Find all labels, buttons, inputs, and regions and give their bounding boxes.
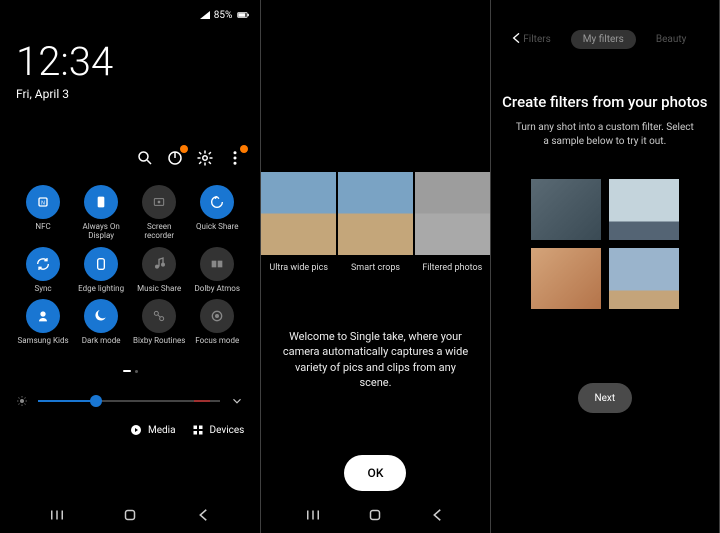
- sample-image: [338, 172, 413, 255]
- top-bar: Filters My filters Beauty: [491, 30, 719, 49]
- status-bar: 85%: [200, 8, 251, 22]
- tab-my-filters[interactable]: My filters: [571, 30, 636, 49]
- devices-button[interactable]: Devices: [192, 424, 245, 436]
- media-button[interactable]: Media: [130, 424, 176, 436]
- page-title: Create filters from your photos: [491, 93, 719, 111]
- quick-settings-grid: N NFC Always On Display Screen recorder Q…: [16, 185, 244, 346]
- page-description: Turn any shot into a custom filter. Sele…: [491, 121, 719, 149]
- music-share-label: Music Share: [137, 285, 181, 294]
- clock-time: 12:34: [16, 38, 244, 85]
- tools-row: [16, 149, 244, 167]
- pager-current: [123, 370, 131, 372]
- slider-thumb[interactable]: [90, 395, 102, 407]
- media-label: Media: [148, 425, 176, 436]
- sync-label: Sync: [34, 285, 51, 294]
- back-chevron[interactable]: [509, 30, 525, 50]
- dark-mode-label: Dark mode: [82, 337, 121, 346]
- slider-fill: [38, 400, 96, 402]
- signal-icon: [200, 11, 210, 19]
- music-share-toggle[interactable]: [142, 247, 176, 281]
- settings-button[interactable]: [196, 149, 214, 167]
- screen-recorder-label: Screen recorder: [132, 223, 186, 241]
- power-button[interactable]: [166, 149, 184, 167]
- more-button[interactable]: [226, 149, 244, 167]
- dark-mode-toggle[interactable]: [84, 299, 118, 333]
- dolby-toggle[interactable]: [200, 247, 234, 281]
- carousel-item[interactable]: Smart crops: [338, 172, 413, 273]
- nfc-toggle[interactable]: N: [26, 185, 60, 219]
- clock-date: Fri, April 3: [16, 87, 244, 101]
- sample-grid: [531, 179, 679, 309]
- kids-label: Samsung Kids: [17, 337, 68, 346]
- recents-button[interactable]: [303, 505, 323, 525]
- battery-text: 85%: [214, 10, 233, 21]
- screen-recorder-toggle[interactable]: [142, 185, 176, 219]
- back-button[interactable]: [428, 505, 448, 525]
- focus-label: Focus mode: [195, 337, 239, 346]
- brightness-icon: [16, 395, 28, 407]
- focus-toggle[interactable]: [200, 299, 234, 333]
- sample-photo[interactable]: [609, 248, 679, 309]
- aod-label: Always On Display: [74, 223, 128, 241]
- bixby-toggle[interactable]: [142, 299, 176, 333]
- badge-icon: [240, 145, 248, 153]
- nav-bar: [261, 505, 489, 525]
- sample-image: [415, 172, 490, 255]
- devices-label: Devices: [210, 425, 245, 436]
- recents-button[interactable]: [47, 505, 67, 525]
- home-button[interactable]: [365, 505, 385, 525]
- kids-toggle[interactable]: [26, 299, 60, 333]
- edge-lighting-toggle[interactable]: [84, 247, 118, 281]
- carousel-item[interactable]: Filtered photos: [415, 172, 490, 273]
- nfc-label: NFC: [35, 223, 50, 232]
- nav-bar: [0, 505, 260, 525]
- svg-text:N: N: [41, 201, 45, 207]
- welcome-text: Welcome to Single take, where your camer…: [261, 329, 489, 391]
- page-indicator: [16, 366, 244, 376]
- next-button[interactable]: Next: [578, 383, 632, 413]
- pager-dot[interactable]: [135, 370, 138, 373]
- sync-toggle[interactable]: [26, 247, 60, 281]
- brightness-row: [16, 394, 244, 408]
- carousel-label: Filtered photos: [415, 263, 490, 273]
- sample-image: [261, 172, 336, 255]
- create-filters-screen: Filters My filters Beauty Create filters…: [491, 0, 720, 533]
- back-button[interactable]: [194, 505, 214, 525]
- tab-beauty[interactable]: Beauty: [644, 30, 699, 49]
- carousel-item[interactable]: Ultra wide pics: [261, 172, 336, 273]
- search-button[interactable]: [136, 149, 154, 167]
- bixby-label: Bixby Routines: [133, 337, 185, 346]
- bottom-buttons: Media Devices: [16, 424, 244, 436]
- expand-icon[interactable]: [230, 394, 244, 408]
- battery-icon: [236, 8, 250, 22]
- dolby-label: Dolby Atmos: [195, 285, 240, 294]
- ok-button[interactable]: OK: [344, 455, 406, 491]
- quick-share-toggle[interactable]: [200, 185, 234, 219]
- badge-icon: [180, 145, 188, 153]
- aod-toggle[interactable]: [84, 185, 118, 219]
- single-take-screen: Ultra wide pics Smart crops Filtered pho…: [261, 0, 490, 533]
- sample-photo[interactable]: [531, 179, 601, 240]
- carousel-label: Smart crops: [338, 263, 413, 273]
- sample-carousel[interactable]: Ultra wide pics Smart crops Filtered pho…: [261, 172, 489, 273]
- slider-marker: [194, 400, 210, 402]
- home-button[interactable]: [120, 505, 140, 525]
- carousel-label: Ultra wide pics: [261, 263, 336, 273]
- edge-lighting-label: Edge lighting: [78, 285, 124, 294]
- sample-photo[interactable]: [609, 179, 679, 240]
- brightness-slider[interactable]: [38, 400, 220, 402]
- sample-photo[interactable]: [531, 248, 601, 309]
- quick-settings-screen: 85% 12:34 Fri, April 3 N NFC Always On Di…: [0, 0, 261, 533]
- quick-share-label: Quick Share: [196, 223, 238, 232]
